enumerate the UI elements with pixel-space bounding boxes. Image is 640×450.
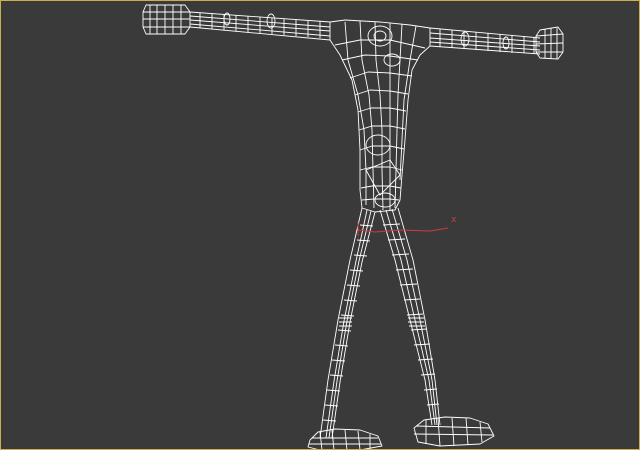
x-axis-label: x — [451, 215, 457, 225]
3d-viewport[interactable]: x — [0, 0, 640, 450]
torso-mesh — [329, 19, 431, 213]
right-arm-mesh — [429, 26, 564, 60]
left-leg-mesh — [307, 207, 383, 450]
wireframe-character-mesh[interactable] — [0, 0, 640, 450]
left-arm-mesh — [142, 4, 331, 41]
right-leg-mesh — [379, 207, 495, 447]
